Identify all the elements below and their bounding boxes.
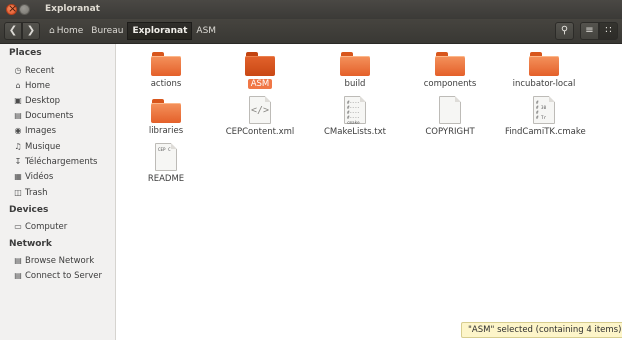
download-icon: ↧ (14, 157, 22, 166)
documents-icon: ▤ (14, 111, 22, 120)
film-icon: ▦ (14, 172, 22, 181)
title-bar: Exploranat (0, 0, 622, 19)
folder-item-components[interactable]: components (408, 52, 492, 89)
clock-icon: ◷ (14, 66, 22, 75)
sidebar-heading-places: Places (9, 48, 42, 58)
xml-file-icon: </> (249, 96, 271, 124)
home-icon: ⌂ (15, 81, 21, 90)
sidebar-item-trash[interactable]: ◫ Trash (13, 186, 47, 200)
chevron-left-icon: ❮ (8, 25, 18, 36)
file-label: actions (150, 79, 182, 89)
window-title: Exploranat (45, 4, 100, 14)
search-button[interactable]: ⚲ (555, 22, 574, 40)
close-window-button[interactable] (6, 2, 17, 16)
file-label: incubator-local (512, 79, 576, 89)
folder-icon (151, 99, 181, 123)
cmake-file-icon: # # 30 # # Tr (533, 96, 555, 124)
sidebar-item-home[interactable]: ⌂ Home (13, 79, 50, 93)
sidebar-item-recent[interactable]: ◷ Recent (13, 64, 55, 78)
folder-item-actions[interactable]: actions (124, 52, 208, 89)
camera-icon: ◉ (14, 126, 22, 135)
folder-item-asm[interactable]: ASM (218, 52, 302, 89)
folder-icon (435, 52, 465, 76)
folder-item-incubator-local[interactable]: incubator-local (502, 52, 586, 89)
file-label: libraries (148, 126, 184, 136)
sidebar-heading-devices: Devices (9, 205, 49, 215)
file-item-copyright[interactable]: COPYRIGHT (408, 96, 492, 137)
home-icon: ⌂ (49, 26, 55, 36)
readme-file-icon: CEP C (155, 143, 177, 171)
file-label: README (147, 174, 185, 184)
sidebar-item-musique[interactable]: ♫ Musique (13, 140, 60, 154)
computer-icon: ▭ (14, 222, 22, 231)
sidebar-item-documents[interactable]: ▤ Documents (13, 109, 73, 123)
desktop-icon: ▣ (14, 96, 22, 105)
folder-icon (340, 52, 370, 76)
file-label: CEPContent.xml (225, 127, 295, 137)
search-icon: ⚲ (560, 25, 569, 36)
breadcrumb-home[interactable]: ⌂ Home (45, 22, 87, 40)
folder-icon (529, 52, 559, 76)
list-view-icon: ≡ (585, 25, 594, 36)
file-item-findcamitk-cmake[interactable]: # # 30 # # Tr FindCamiTK.cmake (502, 96, 586, 137)
file-item-readme[interactable]: CEP C README (124, 143, 208, 184)
breadcrumb: ⌂ Home Bureau Exploranat ASM (45, 22, 220, 40)
file-label: build (344, 79, 366, 89)
list-view-button[interactable]: ≡ (580, 22, 599, 40)
breadcrumb-asm[interactable]: ASM (192, 22, 220, 40)
file-label: ASM (247, 79, 273, 89)
breadcrumb-exploranat[interactable]: Exploranat (127, 22, 193, 40)
chevron-right-icon: ❯ (26, 25, 36, 36)
toolbar: ❮ ❯ ⌂ Home Bureau Exploranat ASM ⚲ ≡ ∷ (0, 19, 622, 44)
plain-file-icon (439, 96, 461, 124)
sidebar-heading-network: Network (9, 239, 52, 249)
breadcrumb-bureau[interactable]: Bureau (87, 22, 127, 40)
sidebar-item-telechargements[interactable]: ↧ Téléchargements (13, 155, 98, 169)
music-icon: ♫ (14, 142, 22, 151)
sidebar-item-videos[interactable]: ▦ Vidéos (13, 170, 53, 184)
folder-item-build[interactable]: build (313, 52, 397, 89)
network-icon: ▤ (14, 256, 22, 265)
file-label: components (423, 79, 477, 89)
folder-icon (151, 52, 181, 76)
minimize-window-button[interactable] (19, 4, 30, 15)
folder-icon (245, 52, 275, 76)
sidebar-item-connect-to-server[interactable]: ▤ Connect to Server (13, 269, 102, 283)
trash-icon: ◫ (14, 188, 22, 197)
text-file-icon: #---- #---- #---- #---- cmake (344, 96, 366, 125)
sidebar: Places ◷ Recent ⌂ Home ▣ Desktop ▤ Documents… (0, 44, 116, 340)
sidebar-item-images[interactable]: ◉ Images (13, 124, 57, 138)
file-item-cepcontent-xml[interactable]: </> CEPContent.xml (218, 96, 302, 137)
server-icon: ▤ (14, 271, 22, 280)
grid-view-button[interactable]: ∷ (599, 22, 618, 40)
sidebar-item-browse-network[interactable]: ▤ Browse Network (13, 254, 94, 268)
sidebar-item-desktop[interactable]: ▣ Desktop (13, 94, 60, 108)
file-label: CMakeLists.txt (323, 127, 386, 137)
grid-view-icon: ∷ (605, 25, 612, 36)
sidebar-item-computer[interactable]: ▭ Computer (13, 220, 67, 234)
status-overlay: "ASM" selected (containing 4 items) (461, 322, 622, 338)
forward-button[interactable]: ❯ (22, 22, 40, 40)
file-item-cmakelists-txt[interactable]: #---- #---- #---- #---- cmake CMakeLists… (313, 96, 397, 137)
file-label: COPYRIGHT (425, 127, 475, 137)
file-label: FindCamiTK.cmake (505, 127, 586, 137)
back-button[interactable]: ❮ (4, 22, 22, 40)
file-view: actions ASM build components incubator-l… (116, 44, 622, 340)
folder-item-libraries[interactable]: libraries (124, 99, 208, 136)
